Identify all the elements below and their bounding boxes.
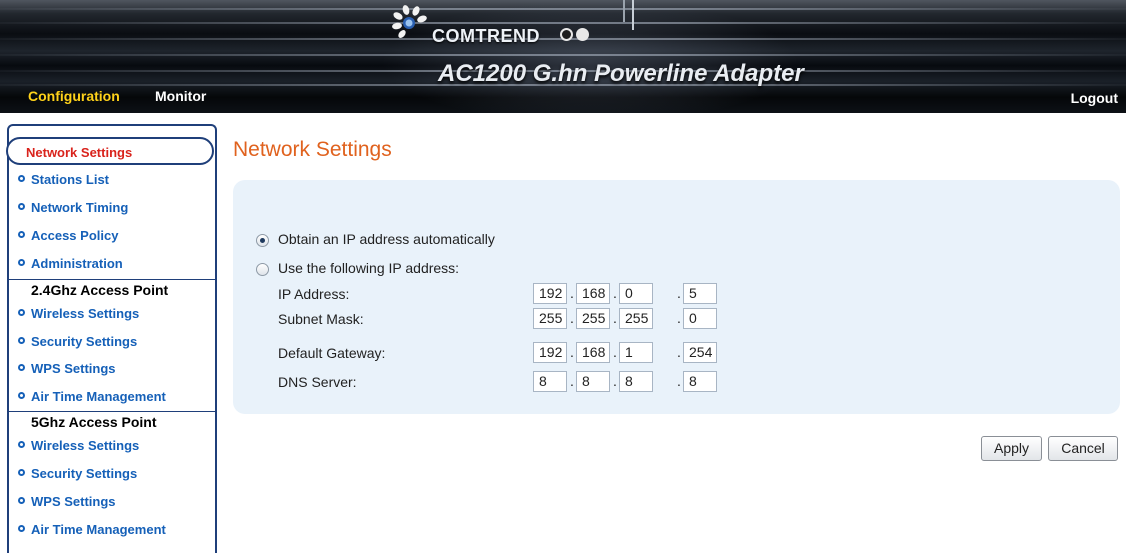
- sidebar-item-5-wireless-settings[interactable]: Wireless Settings: [9, 433, 215, 460]
- sidebar-heading-24ghz: 2.4Ghz Access Point: [9, 279, 215, 301]
- default-gateway-label: Default Gateway:: [278, 345, 386, 361]
- octet-separator: .: [613, 285, 617, 301]
- octet-separator: .: [677, 344, 681, 360]
- sidebar-item-label: WPS Settings: [31, 361, 116, 376]
- sidebar-item-stations-list[interactable]: Stations List: [9, 167, 215, 194]
- dns-server-octet-4[interactable]: 8: [683, 371, 717, 392]
- octet-separator: .: [613, 344, 617, 360]
- default-gateway-octet-3[interactable]: 1: [619, 342, 653, 363]
- logout-link[interactable]: Logout: [1071, 90, 1118, 106]
- sidebar-item-label: Stations List: [31, 172, 110, 187]
- octet-separator: .: [613, 310, 617, 326]
- product-name: AC1200 G.hn Powerline Adapter: [438, 60, 804, 87]
- brand-name: COMTREND: [432, 26, 540, 46]
- octet-separator: .: [570, 310, 574, 326]
- apply-button[interactable]: Apply: [981, 436, 1042, 461]
- radio-obtain-auto[interactable]: [256, 234, 269, 247]
- bullet-icon: [18, 525, 25, 532]
- nav-configuration[interactable]: Configuration: [28, 88, 120, 104]
- nav-monitor[interactable]: Monitor: [155, 88, 206, 104]
- sidebar-heading-label: 5Ghz Access Point: [31, 414, 157, 430]
- sidebar-heading-5ghz: 5Ghz Access Point: [9, 411, 215, 433]
- ip-address-octet-2[interactable]: 168: [576, 283, 610, 304]
- default-gateway-octet-4[interactable]: 254: [683, 342, 717, 363]
- sidebar-item-label: Air Time Management: [31, 389, 166, 404]
- octet-separator: .: [677, 285, 681, 301]
- bullet-icon: [18, 441, 25, 448]
- octet-separator: .: [570, 285, 574, 301]
- octet-separator: .: [570, 344, 574, 360]
- sidebar-heading-label: 2.4Ghz Access Point: [31, 282, 169, 298]
- sidebar-item-label: Administration: [31, 256, 123, 271]
- bullet-icon: [18, 337, 25, 344]
- radio-use-static-label: Use the following IP address:: [278, 260, 460, 276]
- dns-server-octet-2[interactable]: 8: [576, 371, 610, 392]
- sidebar-item-label: Network Settings: [26, 145, 133, 160]
- sidebar-item-administration[interactable]: Administration: [9, 251, 215, 278]
- sidebar-item-5-wps-settings[interactable]: WPS Settings: [9, 489, 215, 516]
- bullet-icon: [18, 469, 25, 476]
- default-gateway-octet-2[interactable]: 168: [576, 342, 610, 363]
- header-line: [0, 54, 1126, 56]
- sidebar-item-label: Access Policy: [31, 228, 119, 243]
- bullet-icon: [18, 364, 25, 371]
- sidebar-item-24-air-time-management[interactable]: Air Time Management: [9, 384, 215, 411]
- brand-dots: [560, 28, 592, 46]
- octet-separator: .: [677, 373, 681, 389]
- header-line: [0, 8, 1126, 10]
- header-glow: [380, 0, 800, 113]
- header-banner: COMTREND AC1200 G.hn Powerline Adapter C…: [0, 0, 1126, 113]
- default-gateway-octet-1[interactable]: 192: [533, 342, 567, 363]
- sidebar-item-label: Air Time Management: [31, 522, 166, 537]
- subnet-mask-octet-2[interactable]: 255: [576, 308, 610, 329]
- subnet-mask-octet-4[interactable]: 0: [683, 308, 717, 329]
- page-title: Network Settings: [233, 138, 392, 161]
- ip-address-octet-4[interactable]: 5: [683, 283, 717, 304]
- sidebar-item-24-wireless-settings[interactable]: Wireless Settings: [9, 301, 215, 328]
- octet-separator: .: [570, 373, 574, 389]
- octet-separator: .: [613, 373, 617, 389]
- sidebar-item-network-timing[interactable]: Network Timing: [9, 195, 215, 222]
- dns-server-octet-3[interactable]: 8: [619, 371, 653, 392]
- sidebar-item-label: Security Settings: [31, 334, 138, 349]
- header-line: [0, 22, 1126, 24]
- bullet-icon: [18, 231, 25, 238]
- header-bar: [623, 0, 625, 22]
- dns-server-octet-1[interactable]: 8: [533, 371, 567, 392]
- sidebar-item-label: Wireless Settings: [31, 438, 140, 453]
- sidebar-item-label: Wireless Settings: [31, 306, 140, 321]
- bullet-icon: [18, 203, 25, 210]
- octet-separator: .: [677, 310, 681, 326]
- subnet-mask-label: Subnet Mask:: [278, 311, 364, 327]
- radio-obtain-auto-label: Obtain an IP address automatically: [278, 231, 495, 247]
- sidebar-item-label: WPS Settings: [31, 494, 116, 509]
- sidebar-item-network-settings[interactable]: Network Settings: [6, 137, 214, 165]
- sidebar-item-label: Network Timing: [31, 200, 129, 215]
- sidebar-item-5-security-settings[interactable]: Security Settings: [9, 461, 215, 488]
- bullet-icon: [18, 497, 25, 504]
- dns-server-label: DNS Server:: [278, 374, 357, 390]
- subnet-mask-octet-1[interactable]: 255: [533, 308, 567, 329]
- bullet-icon: [18, 259, 25, 266]
- sidebar-item-24-wps-settings[interactable]: WPS Settings: [9, 356, 215, 383]
- comtrend-logo-icon: [392, 5, 427, 38]
- radio-use-static[interactable]: [256, 263, 269, 276]
- ip-address-octet-1[interactable]: 192: [533, 283, 567, 304]
- sidebar-item-5-air-time-management[interactable]: Air Time Management: [9, 517, 215, 544]
- sidebar-item-access-policy[interactable]: Access Policy: [9, 223, 215, 250]
- bullet-icon: [18, 309, 25, 316]
- sidebar-item-label: Security Settings: [31, 466, 138, 481]
- bullet-icon: [18, 175, 25, 182]
- header-bar: [632, 0, 634, 30]
- sidebar-item-24-security-settings[interactable]: Security Settings: [9, 329, 215, 356]
- bullet-icon: [18, 392, 25, 399]
- subnet-mask-octet-3[interactable]: 255: [619, 308, 653, 329]
- cancel-button[interactable]: Cancel: [1048, 436, 1118, 461]
- ip-address-octet-3[interactable]: 0: [619, 283, 653, 304]
- ip-address-label: IP Address:: [278, 286, 350, 302]
